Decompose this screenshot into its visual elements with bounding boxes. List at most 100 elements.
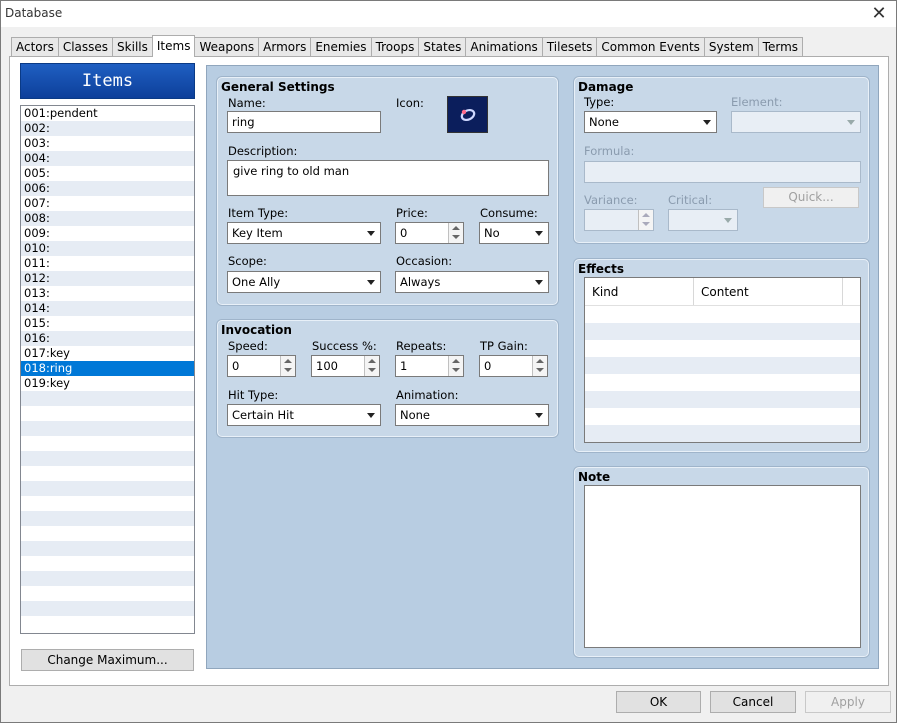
list-item[interactable]: 009: (21, 226, 194, 241)
list-item[interactable] (21, 436, 194, 451)
list-item[interactable] (21, 391, 194, 406)
ring-icon[interactable] (447, 96, 488, 133)
tab-states[interactable]: States (418, 37, 467, 56)
list-item[interactable]: 013: (21, 286, 194, 301)
tab-actors[interactable]: Actors (11, 37, 59, 56)
tab-terms[interactable]: Terms (757, 37, 804, 56)
list-item[interactable] (21, 616, 194, 631)
effects-table[interactable]: Kind Content (584, 277, 861, 443)
list-item[interactable] (21, 601, 194, 616)
tab-skills[interactable]: Skills (112, 37, 153, 56)
note-title: Note (578, 470, 611, 484)
list-item[interactable]: 004: (21, 151, 194, 166)
list-item[interactable]: 002: (21, 121, 194, 136)
list-item[interactable] (21, 466, 194, 481)
list-item[interactable]: 011: (21, 256, 194, 271)
list-item[interactable]: 010: (21, 241, 194, 256)
list-item[interactable] (21, 421, 194, 436)
list-item[interactable]: 001:pendent (21, 106, 194, 121)
table-row[interactable] (585, 340, 860, 357)
list-item[interactable] (21, 541, 194, 556)
tp-gain-label: TP Gain: (480, 339, 528, 353)
tab-common-events[interactable]: Common Events (596, 37, 705, 56)
tab-weapons[interactable]: Weapons (194, 37, 260, 56)
hit-type-select[interactable]: Certain Hit (227, 404, 381, 426)
variance-stepper[interactable] (584, 209, 654, 231)
chevron-down-icon (367, 280, 375, 285)
consume-label: Consume: (480, 206, 538, 220)
table-row[interactable] (585, 357, 860, 374)
stepper-arrows-icon[interactable] (638, 210, 653, 230)
damage-type-select[interactable]: None (584, 111, 717, 133)
list-item[interactable] (21, 556, 194, 571)
table-row[interactable] (585, 374, 860, 391)
list-item[interactable] (21, 571, 194, 586)
list-item[interactable] (21, 481, 194, 496)
list-item[interactable] (21, 451, 194, 466)
tab-troops[interactable]: Troops (370, 37, 420, 56)
items-list[interactable]: 001:pendent 002: 003: 004: 005: 006: 007: 008: 0… (20, 105, 195, 634)
stepper-arrows-icon[interactable] (364, 356, 379, 376)
list-item[interactable]: 003: (21, 136, 194, 151)
tab-tilesets[interactable]: Tilesets (541, 37, 598, 56)
cancel-button[interactable]: Cancel (710, 691, 796, 713)
column-header-content[interactable]: Content (694, 278, 843, 305)
stepper-arrows-icon[interactable] (448, 356, 463, 376)
table-row[interactable] (585, 408, 860, 425)
apply-button[interactable]: Apply (805, 691, 891, 713)
tab-enemies[interactable]: Enemies (310, 37, 372, 56)
list-item[interactable]: 012: (21, 271, 194, 286)
speed-stepper[interactable]: 0 (227, 355, 296, 377)
animation-select[interactable]: None (395, 404, 549, 426)
column-header-kind[interactable]: Kind (585, 278, 694, 305)
chevron-down-icon (724, 218, 732, 223)
table-row[interactable] (585, 391, 860, 408)
change-maximum-button[interactable]: Change Maximum... (21, 649, 194, 671)
list-item[interactable] (21, 526, 194, 541)
stepper-arrows-icon[interactable] (532, 356, 547, 376)
note-input[interactable] (584, 485, 861, 648)
formula-input[interactable] (584, 161, 861, 183)
table-row[interactable] (585, 306, 860, 323)
scope-select[interactable]: One Ally (227, 271, 381, 293)
tab-animations[interactable]: Animations (465, 37, 543, 56)
list-item[interactable]: 018:ring (21, 361, 194, 376)
database-window: Database ✕ Actors Classes Skills Items Weapo… (0, 0, 897, 723)
critical-select[interactable] (668, 209, 738, 231)
item-type-select[interactable]: Key Item (227, 222, 381, 244)
stepper-arrows-icon[interactable] (280, 356, 295, 376)
list-item[interactable]: 017:key (21, 346, 194, 361)
list-item[interactable]: 016: (21, 331, 194, 346)
tab-system[interactable]: System (703, 37, 759, 56)
element-select[interactable] (731, 111, 861, 133)
quick-button[interactable]: Quick... (763, 187, 859, 208)
description-input[interactable]: give ring to old man (227, 160, 549, 196)
stepper-arrows-icon[interactable] (448, 223, 463, 243)
tab-classes[interactable]: Classes (57, 37, 114, 56)
list-item[interactable]: 019:key (21, 376, 194, 391)
table-row[interactable] (585, 425, 860, 442)
tab-armors[interactable]: Armors (258, 37, 312, 56)
occasion-select[interactable]: Always (395, 271, 549, 293)
close-icon[interactable]: ✕ (870, 3, 888, 25)
price-stepper[interactable]: 0 (395, 222, 464, 244)
table-row[interactable] (585, 323, 860, 340)
consume-select[interactable]: No (479, 222, 549, 244)
repeats-stepper[interactable]: 1 (395, 355, 464, 377)
effects-rows (585, 306, 860, 442)
list-item[interactable] (21, 511, 194, 526)
list-item[interactable] (21, 406, 194, 421)
list-item[interactable]: 014: (21, 301, 194, 316)
list-item[interactable] (21, 496, 194, 511)
list-item[interactable] (21, 586, 194, 601)
list-item[interactable]: 006: (21, 181, 194, 196)
tab-items[interactable]: Items (151, 35, 196, 57)
list-item[interactable]: 005: (21, 166, 194, 181)
tp-gain-stepper[interactable]: 0 (479, 355, 548, 377)
ok-button[interactable]: OK (616, 691, 701, 713)
name-input[interactable]: ring (227, 111, 381, 133)
list-item[interactable]: 007: (21, 196, 194, 211)
list-item[interactable]: 008: (21, 211, 194, 226)
success-stepper[interactable]: 100 (311, 355, 380, 377)
list-item[interactable]: 015: (21, 316, 194, 331)
